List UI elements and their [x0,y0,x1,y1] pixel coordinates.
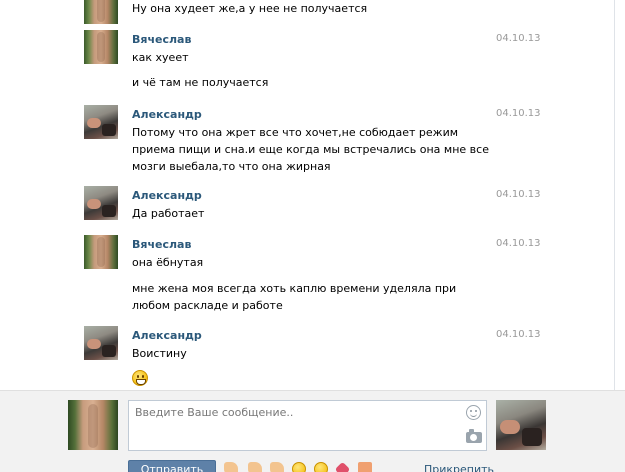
message-text: мне жена моя всегда хоть каплю времени у… [132,282,457,312]
wink-emoji-icon[interactable] [314,462,328,472]
avatar[interactable] [84,30,118,64]
scrollbar-track[interactable] [614,0,615,390]
smile-icon[interactable] [466,405,481,420]
message-item: Вячеслав 04.10.13 она ёбнутая [0,235,614,275]
message-item: Александр 04.10.13 Воистину [0,326,614,388]
avatar[interactable] [84,326,118,360]
avatar[interactable] [84,186,118,220]
message-input[interactable]: Введите Ваше сообщение.. [128,400,487,451]
avatar[interactable] [84,105,118,139]
message-text: Да работает [132,207,205,220]
message-date[interactable]: 04.10.13 [496,329,541,340]
pointing-hand-emoji-icon[interactable] [224,462,238,472]
message-date[interactable]: 04.10.13 [496,108,541,119]
thumbs-up-emoji-icon[interactable] [270,462,284,472]
message-item: Александр 04.10.13 Потому что она жрет в… [0,105,614,175]
message-item: Александр 04.10.13 Да работает [0,186,614,226]
message-item: Вячеслав 04.10.13 как хуеет [0,30,614,70]
message-date[interactable]: 04.10.13 [496,189,541,200]
message-item: мне жена моя всегда хоть каплю времени у… [0,280,614,316]
grinning-face-emoji-icon [132,370,148,386]
message-list: Ну она худеет же,а у нее не получается В… [0,0,625,390]
message-date[interactable]: 04.10.13 [496,238,541,249]
message-date[interactable]: 04.10.13 [496,33,541,44]
message-text: и чё там не получается [132,76,269,89]
message-text: Потому что она жрет все что хочет,не соб… [132,126,489,173]
avatar[interactable] [84,235,118,269]
message-text: как хуеет [132,51,189,64]
author-name[interactable]: Александр [132,108,202,121]
message-composer: Введите Ваше сообщение.. Отправить Прикр… [0,390,625,472]
message-text: Ну она худеет же,а у нее не получается [132,2,368,15]
message-history: Ну она худеет же,а у нее не получается В… [0,0,625,390]
gift-emoji-icon[interactable] [358,462,372,472]
send-button[interactable]: Отправить [128,460,216,472]
avatar[interactable] [84,0,118,24]
author-name[interactable]: Вячеслав [132,33,191,46]
author-name[interactable]: Александр [132,189,202,202]
recipient-avatar[interactable] [496,400,546,450]
message-item: Ну она худеет же,а у нее не получается [0,0,614,24]
camera-icon[interactable] [466,429,482,443]
hand-emoji-icon[interactable] [248,462,262,472]
face-emoji-icon[interactable] [292,462,306,472]
message-item: и чё там не получается [0,74,614,94]
message-text: Воистину [132,347,187,360]
my-avatar[interactable] [68,400,118,450]
attach-link[interactable]: Прикрепить [424,463,494,472]
author-name[interactable]: Александр [132,329,202,342]
message-text: она ёбнутая [132,256,204,269]
heart-emoji-icon[interactable] [334,461,351,472]
author-name[interactable]: Вячеслав [132,238,191,251]
